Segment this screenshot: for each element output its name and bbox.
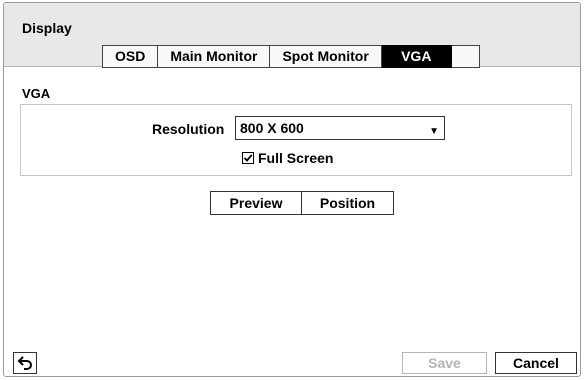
tab-spot-monitor[interactable]: Spot Monitor (270, 45, 382, 68)
dialog-header: Display OSD Main Monitor Spot Monitor VG… (4, 3, 580, 68)
action-buttons: Preview Position (210, 191, 394, 215)
tab-vga[interactable]: VGA (381, 45, 452, 68)
cancel-button[interactable]: Cancel (495, 352, 577, 374)
preview-button[interactable]: Preview (210, 191, 302, 215)
tab-osd[interactable]: OSD (102, 45, 159, 68)
resolution-value: 800 X 600 (240, 120, 304, 136)
position-button[interactable]: Position (302, 191, 394, 215)
checkmark-icon (243, 154, 253, 162)
save-button[interactable]: Save (402, 352, 487, 374)
dropdown-arrow-icon: ▼ (429, 126, 439, 137)
dialog-footer: Save Cancel (4, 349, 580, 377)
return-arrow-icon (17, 356, 32, 370)
tab-main-monitor[interactable]: Main Monitor (158, 45, 271, 68)
back-button[interactable] (13, 352, 37, 374)
dialog-title: Display (22, 20, 72, 36)
tab-bar-filler (451, 45, 480, 68)
resolution-select[interactable]: 800 X 600 ▼ (235, 116, 445, 140)
full-screen-option[interactable]: Full Screen (242, 150, 333, 166)
tab-bar: OSD Main Monitor Spot Monitor VGA (102, 45, 480, 68)
section-label-vga: VGA (22, 86, 51, 101)
resolution-label: Resolution (152, 121, 225, 137)
full-screen-label: Full Screen (258, 150, 334, 166)
full-screen-checkbox[interactable] (242, 152, 254, 164)
display-dialog: Display OSD Main Monitor Spot Monitor VG… (3, 2, 581, 377)
